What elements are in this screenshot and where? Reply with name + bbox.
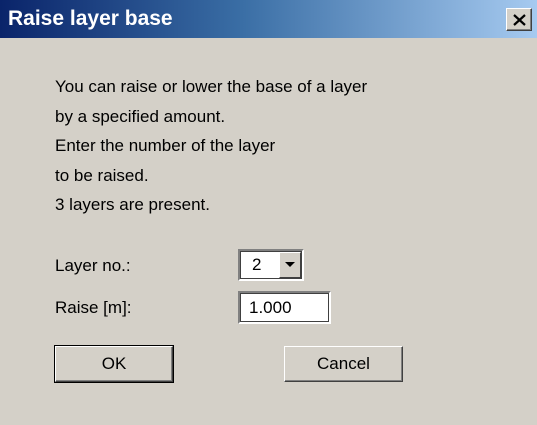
raise-input[interactable]: 1.000 [238,291,331,324]
dropdown-button[interactable] [279,252,301,278]
layer-no-label: Layer no.: [55,256,131,275]
message-line: Enter the number of the layer [55,136,276,155]
message-line: 3 layers are present. [55,195,210,214]
layer-no-value: 2 [252,255,262,274]
instructions-text: You can raise or lower the base of a lay… [55,72,367,220]
ok-label: OK [101,354,127,373]
window-title: Raise layer base [8,7,173,30]
ok-button[interactable]: OK [54,345,174,383]
message-line: You can raise or lower the base of a lay… [55,77,368,96]
message-line: by a specified amount. [55,106,226,126]
title-bar[interactable]: Raise layer base [0,0,537,38]
close-button[interactable] [506,8,532,31]
layer-no-select[interactable]: 2 [238,249,304,281]
message-line: to be raised. [55,165,149,185]
cancel-button[interactable]: Cancel [284,346,403,382]
close-icon [513,14,526,26]
chevron-down-icon [285,262,295,267]
raise-layer-base-dialog: Raise layer base You can raise or lower … [0,0,537,425]
cancel-label: Cancel [317,354,370,373]
raise-label: Raise [m]: [55,298,132,317]
